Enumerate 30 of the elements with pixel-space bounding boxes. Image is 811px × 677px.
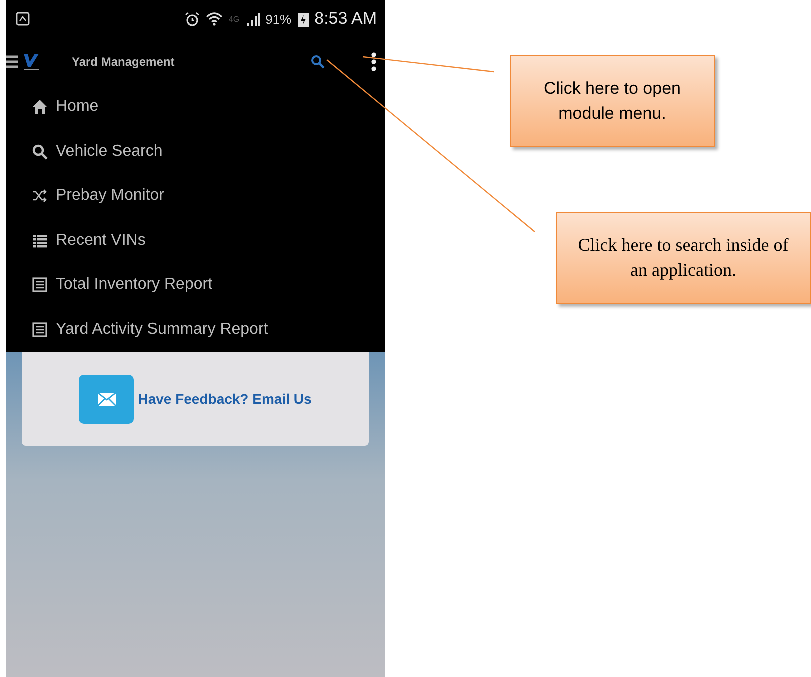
menu-icon[interactable] — [6, 54, 18, 70]
screenshot-icon — [16, 12, 30, 26]
status-time: 8:53 AM — [314, 9, 377, 29]
app-title: Yard Management — [72, 54, 176, 68]
shuffle-icon — [32, 188, 48, 204]
callout-note: Click here to open module menu. — [510, 55, 715, 147]
wifi-icon — [206, 12, 223, 26]
feedback-link[interactable]: Have Feedback? Email Us — [138, 391, 312, 407]
v-logo-icon — [22, 52, 40, 70]
menu-item[interactable]: Prebay Monitor — [32, 174, 164, 218]
callout-note: Click here to search inside of an application. — [556, 212, 811, 304]
menu-item[interactable]: Yard Activity Summary Report — [32, 308, 268, 352]
network-type: 4G — [228, 14, 240, 24]
search-icon[interactable] — [311, 54, 325, 68]
battery-percent: 91% — [266, 12, 292, 26]
home-icon — [32, 99, 48, 116]
list-icon — [32, 232, 48, 249]
battery-icon — [298, 12, 309, 26]
menu-item[interactable]: Recent VINs — [32, 218, 146, 263]
menu-item[interactable]: Total Inventory Report — [32, 263, 213, 308]
alarm-icon — [184, 12, 200, 26]
more-options-icon[interactable] — [371, 52, 377, 72]
email-button[interactable] — [79, 374, 134, 424]
search-icon — [32, 144, 48, 160]
report-icon — [32, 322, 48, 338]
signal-icon — [246, 12, 260, 26]
envelope-icon — [98, 392, 116, 406]
menu-item[interactable]: Home — [32, 85, 99, 130]
report-icon — [32, 277, 48, 294]
menu-item[interactable]: Vehicle Search — [32, 130, 163, 174]
